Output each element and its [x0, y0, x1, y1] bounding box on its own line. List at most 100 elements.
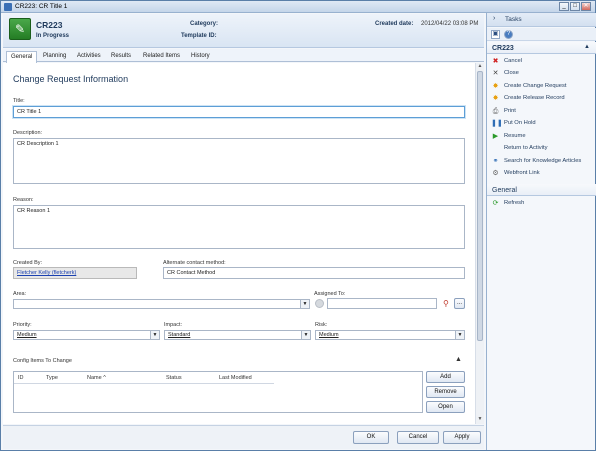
collapse-icon[interactable]: ▲	[584, 44, 590, 50]
task-close[interactable]: ✕ Close	[491, 68, 595, 79]
apply-button[interactable]: Apply	[443, 431, 481, 444]
created-by-link[interactable]: Fletcher Kelly (fletcherk)	[17, 270, 76, 276]
add-button[interactable]: Add	[426, 371, 465, 383]
scroll-thumb[interactable]	[477, 71, 483, 341]
task-webfront-link[interactable]: ⚙ Webfront Link	[491, 168, 595, 179]
priority-select[interactable]: Medium ▼	[13, 330, 160, 340]
chevron-down-icon[interactable]: ▼	[150, 331, 159, 339]
tab-history[interactable]: History	[187, 51, 214, 62]
close-icon: ✕	[492, 70, 499, 77]
config-items-grid[interactable]: ID Type Name ^ Status Last Modified	[13, 371, 423, 413]
task-create-change-request[interactable]: ✸ Create Change Request	[491, 81, 595, 92]
template-id-label: Template ID:	[181, 33, 217, 39]
close-window-button[interactable]: ✕	[581, 2, 591, 11]
task-resume[interactable]: ▶ Resume	[491, 131, 595, 142]
assigned-to-field[interactable]	[327, 298, 437, 309]
vertical-scrollbar[interactable]: ▲ ▼	[475, 63, 484, 424]
dialog-footer: OK Cancel Apply	[3, 425, 484, 449]
record-id: CR223	[36, 20, 63, 30]
alt-contact-field[interactable]: CR Contact Method	[163, 267, 465, 279]
collapse-icon[interactable]: ▲	[455, 356, 462, 363]
refresh-icon: ⟳	[492, 200, 499, 207]
chevron-down-icon[interactable]: ▼	[300, 300, 309, 308]
assigned-to-label: Assigned To:	[314, 291, 346, 297]
title-bar: CR223: CR Title 1 _ □ ✕	[1, 1, 595, 13]
form-content: Change Request Information Title: CR Tit…	[3, 63, 475, 424]
tasks-title: Tasks	[505, 16, 522, 23]
description-field[interactable]: CR Description 1	[13, 138, 465, 184]
risk-label: Risk:	[315, 322, 328, 328]
title-label: Title:	[13, 98, 25, 104]
task-print[interactable]: ⎙ Print	[491, 106, 595, 117]
help-icon[interactable]: ?	[504, 30, 513, 39]
tab-strip: General Planning Activities Results Rela…	[3, 49, 484, 63]
task-search-knowledge[interactable]: ⚭ Search for Knowledge Articles	[491, 156, 595, 167]
chevron-down-icon[interactable]: ▼	[455, 331, 464, 339]
title-field[interactable]: CR Title 1	[13, 106, 465, 118]
scroll-down-icon[interactable]: ▼	[476, 416, 484, 423]
tab-planning[interactable]: Planning	[39, 51, 70, 62]
record-header: CR223 In Progress Category: Template ID:…	[3, 14, 484, 48]
column-name[interactable]: Name ^	[87, 375, 106, 381]
knowledge-search-icon: ⚭	[492, 158, 499, 165]
tasks-pane: › Tasks ▣ ? CR223 ▲ ✖ Cancel ✕ Close ✸ Crea…	[486, 13, 596, 450]
impact-select[interactable]: Standard ▼	[164, 330, 311, 340]
cancel-button[interactable]: Cancel	[397, 431, 439, 444]
scroll-up-icon[interactable]: ▲	[476, 63, 484, 70]
minimize-button[interactable]: _	[559, 2, 569, 11]
created-by-field[interactable]: Fletcher Kelly (fletcherk)	[13, 267, 137, 279]
sparkle-icon: ✸	[492, 83, 499, 90]
chevron-right-icon[interactable]: ›	[493, 15, 495, 22]
category-label: Category:	[190, 21, 219, 27]
remove-button[interactable]: Remove	[426, 386, 465, 398]
user-status-icon	[315, 299, 324, 308]
column-type[interactable]: Type	[46, 375, 58, 381]
section-cr-title: CR223	[492, 45, 514, 52]
task-put-on-hold[interactable]: ❚❚ Put On Hold	[491, 118, 595, 129]
open-button[interactable]: Open	[426, 401, 465, 413]
column-status[interactable]: Status	[166, 375, 182, 381]
column-last-modified[interactable]: Last Modified	[219, 375, 252, 381]
browse-button[interactable]: ...	[454, 298, 465, 309]
section-general-title: General	[492, 187, 517, 194]
tasks-toolbar: ▣ ?	[487, 28, 596, 41]
tasks-pane-header: › Tasks	[487, 13, 596, 27]
chevron-down-icon[interactable]: ▼	[301, 331, 310, 339]
sparkle-icon: ✸	[492, 95, 499, 102]
reason-label: Reason:	[13, 197, 34, 203]
created-date-value: 2012/04/22 03:08 PM	[421, 21, 479, 27]
tab-related-items[interactable]: Related Items	[139, 51, 184, 62]
maximize-button[interactable]: □	[570, 2, 580, 11]
person-lookup-icon[interactable]: ⚲	[443, 298, 452, 309]
section-header-general[interactable]: General	[487, 184, 596, 196]
created-date-label: Created date:	[375, 21, 414, 27]
task-create-release-record[interactable]: ✸ Create Release Record	[491, 93, 595, 104]
description-label: Description:	[13, 130, 43, 136]
alt-contact-label: Alternate contact method:	[163, 260, 226, 266]
section-header-cr[interactable]: CR223 ▲	[487, 42, 596, 54]
task-return-to-activity[interactable]: Return to Activity	[491, 143, 595, 154]
tab-activities[interactable]: Activities	[73, 51, 105, 62]
area-select[interactable]: ▼	[13, 299, 310, 309]
change-request-icon	[9, 18, 31, 40]
blank-icon	[491, 144, 500, 153]
gear-icon: ⚙	[492, 170, 499, 177]
task-refresh[interactable]: ⟳ Refresh	[491, 198, 595, 209]
record-status: In Progress	[36, 33, 70, 39]
tab-results[interactable]: Results	[107, 51, 135, 62]
tab-general[interactable]: General	[6, 51, 38, 63]
section-heading: Change Request Information	[13, 74, 129, 84]
pause-icon: ❚❚	[491, 120, 503, 127]
config-items-label: Config Items To Change	[13, 358, 72, 364]
priority-label: Priority:	[13, 322, 32, 328]
printer-icon: ⎙	[492, 108, 499, 115]
ok-button[interactable]: OK	[353, 431, 389, 444]
app-icon	[4, 3, 12, 11]
column-id[interactable]: ID	[18, 375, 24, 381]
pin-icon[interactable]: ▣	[491, 30, 500, 39]
risk-select[interactable]: Medium ▼	[315, 330, 465, 340]
window-title: CR223: CR Title 1	[15, 3, 68, 10]
impact-label: Impact:	[164, 322, 183, 328]
task-cancel[interactable]: ✖ Cancel	[491, 56, 595, 67]
reason-field[interactable]: CR Reason 1	[13, 205, 465, 249]
